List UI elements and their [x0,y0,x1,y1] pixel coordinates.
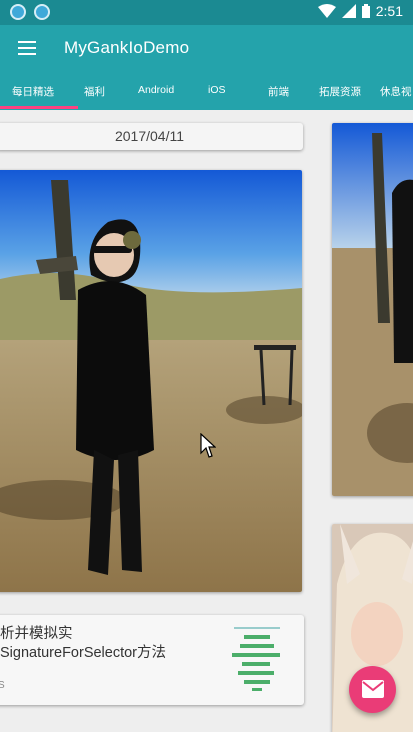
sync-icon [10,4,26,20]
wifi-icon [317,4,336,18]
app-title: MyGankIoDemo [64,38,190,57]
article-author: S [0,680,5,691]
date-header-card: 2017/04/11 [0,123,303,150]
signal-icon [341,4,356,18]
tab-daily-picks[interactable]: 每日精选 [12,84,54,99]
tab-welfare[interactable]: 福利 [84,84,105,99]
sync-icon [34,4,50,20]
photo-image [0,170,302,592]
photo-card[interactable] [332,123,413,496]
article-title-line-2: SignatureForSelector方法 [0,645,167,661]
clock-time: 2:51 [375,3,403,19]
email-fab-button[interactable] [349,666,396,713]
article-title-line-1: 析并模拟实 [0,626,73,642]
tab-frontend[interactable]: 前端 [268,84,289,99]
battery-icon [361,4,370,18]
hamburger-menu-icon[interactable] [18,41,36,55]
system-icons: 2:51 [317,3,403,19]
tab-android[interactable]: Android [138,84,174,96]
photo-card[interactable] [0,170,302,592]
email-icon [362,680,384,698]
status-bar: 2:51 [0,0,413,25]
notification-area [10,4,50,20]
article-thumbnail [224,625,290,693]
article-card[interactable]: 析并模拟实 SignatureForSelector方法 S [0,615,304,705]
category-tab-bar: 每日精选 福利 Android iOS 前端 拓展资源 休息视 [0,72,413,110]
article-title: 析并模拟实 SignatureForSelector方法 [0,625,212,663]
feed-date: 2017/04/11 [114,128,185,144]
feed-content[interactable]: 2017/04/11 析并模拟实 SignatureForSelector方法 … [0,110,413,732]
tab-relax-video[interactable]: 休息视 [380,84,412,99]
tab-extended-resources[interactable]: 拓展资源 [319,84,361,99]
app-toolbar: MyGankIoDemo [0,25,413,72]
tab-ios[interactable]: iOS [208,84,226,96]
active-tab-indicator [0,106,78,109]
mouse-cursor-icon [200,433,216,458]
photo-image [332,123,413,496]
